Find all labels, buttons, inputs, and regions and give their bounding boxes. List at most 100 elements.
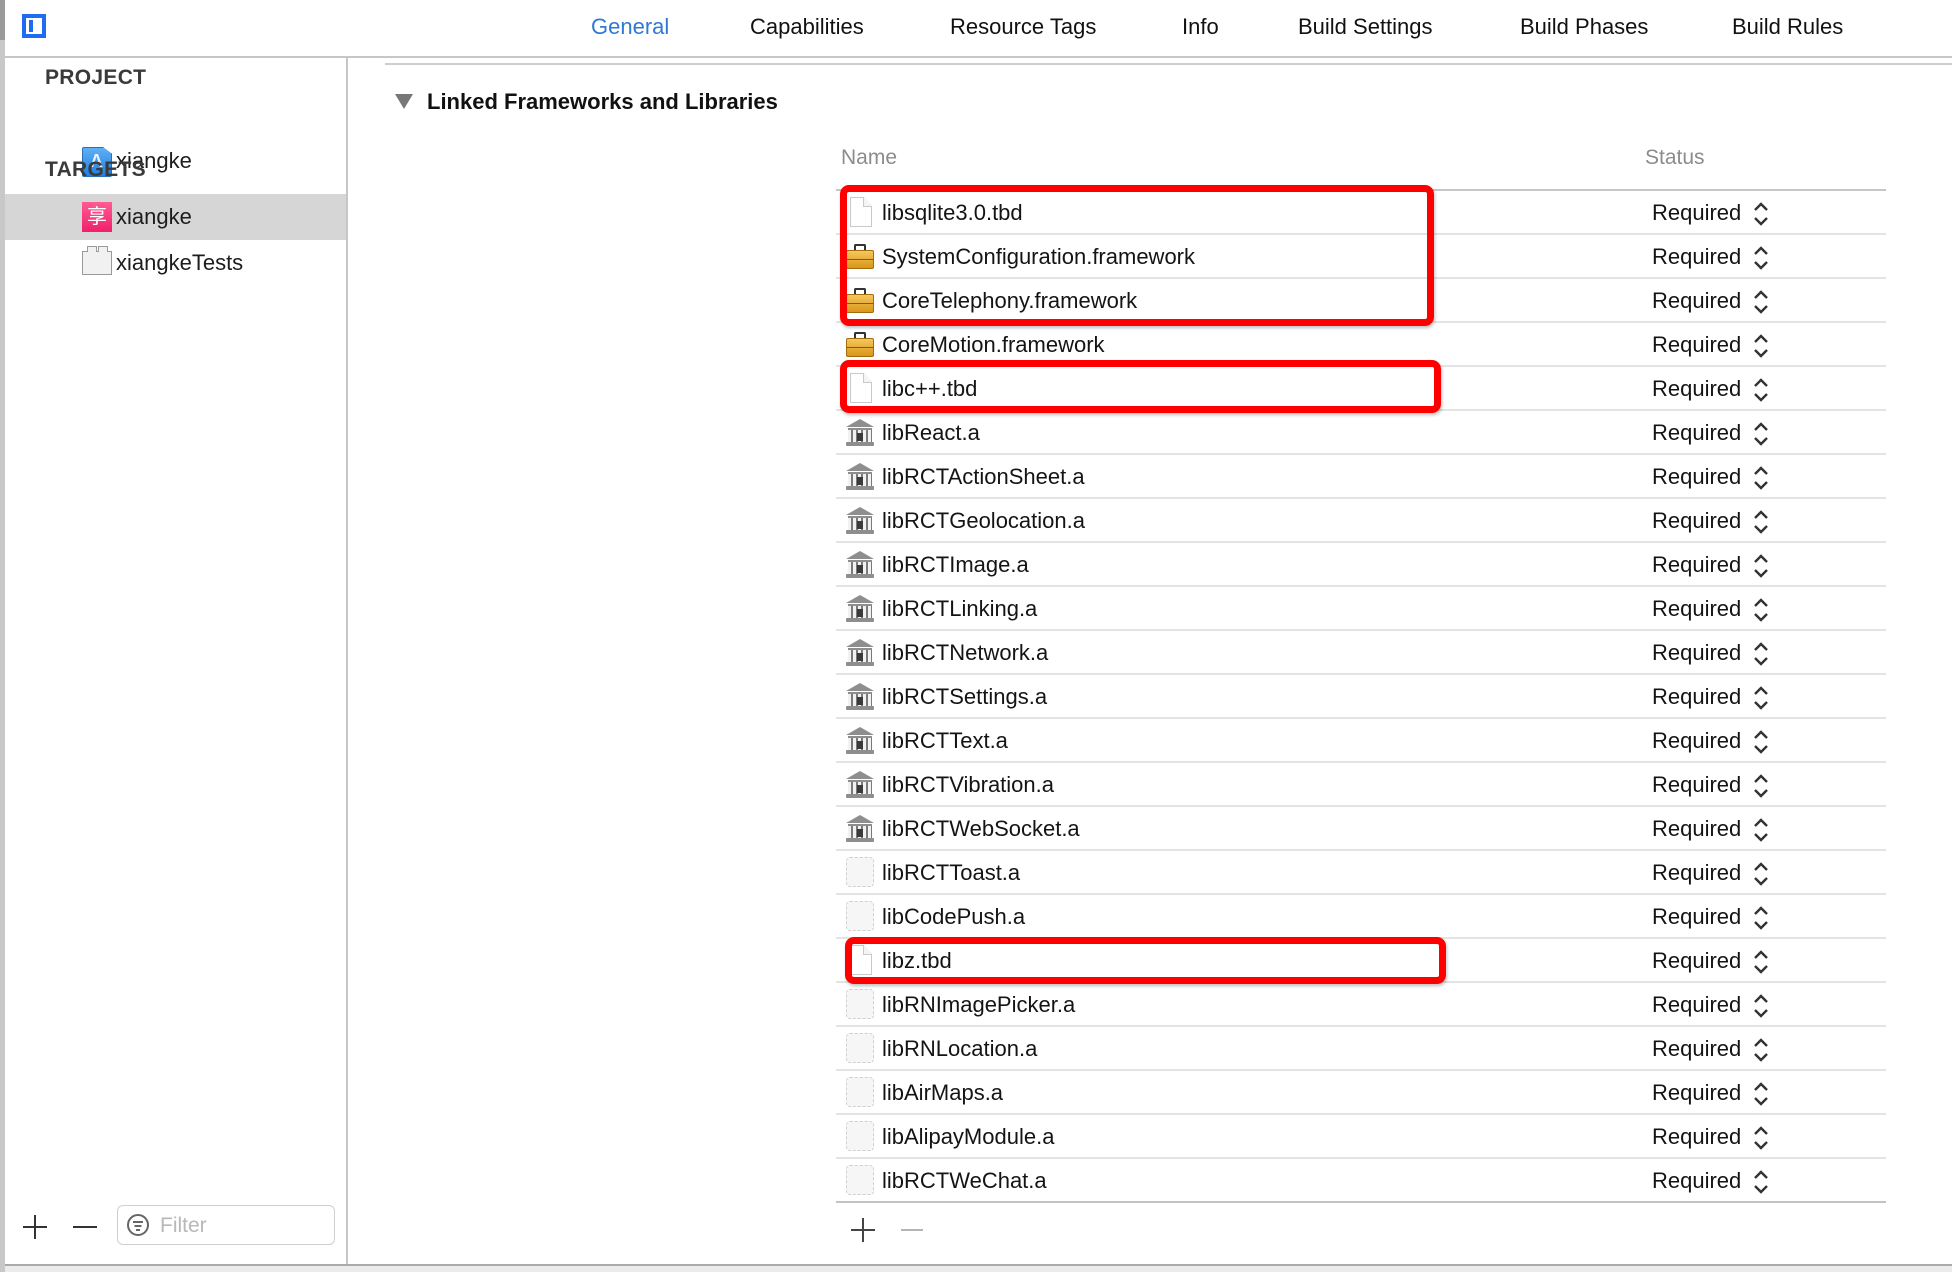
up-down-chevron-icon: [1754, 1038, 1768, 1062]
up-down-chevron-icon: [1754, 862, 1768, 886]
framework-name: libRCTActionSheet.a: [882, 464, 1085, 489]
table-row[interactable]: libRCTNetwork.a Required: [836, 631, 1886, 675]
table-row[interactable]: libAirMaps.a Required: [836, 1071, 1886, 1115]
status-value: Required: [1652, 728, 1742, 753]
missing-file-icon: [846, 989, 874, 1019]
column-header-name[interactable]: Name: [841, 146, 897, 170]
up-down-chevron-icon: [1754, 202, 1768, 226]
table-row[interactable]: libsqlite3.0.tbd Required: [836, 191, 1886, 235]
framework-name: libRCTGeolocation.a: [882, 508, 1085, 533]
table-row[interactable]: libRCTText.a Required: [836, 719, 1886, 763]
missing-file-icon: [846, 857, 874, 887]
table-row[interactable]: libRCTWeChat.a Required: [836, 1159, 1886, 1203]
status-value: Required: [1652, 244, 1742, 269]
status-value: Required: [1652, 288, 1742, 313]
status-value: Required: [1652, 1124, 1742, 1149]
sidebar-item-target-xiangke[interactable]: 享 xiangke: [5, 194, 346, 240]
filter-input[interactable]: [158, 1212, 332, 1240]
status-value: Required: [1652, 420, 1742, 445]
framework-name: libRCTLinking.a: [882, 596, 1038, 621]
table-row[interactable]: libz.tbd Required: [836, 939, 1886, 983]
table-row[interactable]: libRCTGeolocation.a Required: [836, 499, 1886, 543]
framework-name: libReact.a: [882, 420, 980, 445]
sidebar-item-label: xiangkeTests: [116, 250, 244, 275]
static-library-icon: [846, 549, 874, 579]
add-target-button[interactable]: [19, 1211, 51, 1243]
up-down-chevron-icon: [1754, 422, 1768, 446]
framework-name: libRNImagePicker.a: [882, 992, 1076, 1017]
status-value: Required: [1652, 1036, 1742, 1061]
table-row[interactable]: libRCTWebSocket.a Required: [836, 807, 1886, 851]
up-down-chevron-icon: [1754, 1170, 1768, 1194]
tab-resource-tags[interactable]: Resource Tags: [950, 14, 1096, 40]
table-row[interactable]: libAlipayModule.a Required: [836, 1115, 1886, 1159]
up-down-chevron-icon: [1754, 378, 1768, 402]
missing-file-icon: [846, 1077, 874, 1107]
status-value: Required: [1652, 332, 1742, 357]
framework-name: CoreMotion.framework: [882, 332, 1105, 357]
table-row[interactable]: libRCTImage.a Required: [836, 543, 1886, 587]
up-down-chevron-icon: [1754, 290, 1768, 314]
sidebar-bottom-bar: [5, 1195, 346, 1265]
sidebar-toggle-icon[interactable]: [22, 14, 46, 38]
framework-name: libRCTImage.a: [882, 552, 1029, 577]
sidebar-item-target-xiangketests[interactable]: xiangkeTests: [5, 240, 346, 286]
disclosure-triangle-icon[interactable]: [395, 94, 413, 109]
table-row[interactable]: CoreMotion.framework Required: [836, 323, 1886, 367]
remove-target-button[interactable]: [69, 1211, 101, 1243]
remove-framework-button[interactable]: [898, 1215, 928, 1245]
framework-name: libsqlite3.0.tbd: [882, 200, 1023, 225]
static-library-icon: [846, 681, 874, 711]
table-row[interactable]: libc++.tbd Required: [836, 367, 1886, 411]
up-down-chevron-icon: [1754, 554, 1768, 578]
status-value: Required: [1652, 552, 1742, 577]
file-icon: [850, 945, 872, 975]
table-rows: libsqlite3.0.tbd Required SystemConfigur…: [836, 191, 1886, 1203]
table-row[interactable]: libRCTVibration.a Required: [836, 763, 1886, 807]
editor-tab-bar: General Capabilities Resource Tags Info …: [5, 0, 1952, 58]
table-row[interactable]: libRCTLinking.a Required: [836, 587, 1886, 631]
table-row[interactable]: SystemConfiguration.framework Required: [836, 235, 1886, 279]
framework-name: libz.tbd: [882, 948, 952, 973]
table-row[interactable]: libRCTToast.a Required: [836, 851, 1886, 895]
up-down-chevron-icon: [1754, 598, 1768, 622]
missing-file-icon: [846, 1033, 874, 1063]
up-down-chevron-icon: [1754, 1126, 1768, 1150]
tab-build-settings[interactable]: Build Settings: [1298, 14, 1433, 40]
add-framework-button[interactable]: [848, 1215, 878, 1245]
static-library-icon: [846, 505, 874, 535]
up-down-chevron-icon: [1754, 510, 1768, 534]
table-row[interactable]: libRNLocation.a Required: [836, 1027, 1886, 1071]
framework-name: libRCTWebSocket.a: [882, 816, 1080, 841]
framework-name: libRCTToast.a: [882, 860, 1021, 885]
status-value: Required: [1652, 684, 1742, 709]
table-row[interactable]: libRCTActionSheet.a Required: [836, 455, 1886, 499]
filter-icon: [127, 1214, 149, 1236]
missing-file-icon: [846, 1165, 874, 1195]
table-row[interactable]: CoreTelephony.framework Required: [836, 279, 1886, 323]
tab-info[interactable]: Info: [1182, 14, 1219, 40]
up-down-chevron-icon: [1754, 906, 1768, 930]
framework-name: libRCTNetwork.a: [882, 640, 1049, 665]
up-down-chevron-icon: [1754, 642, 1768, 666]
status-value: Required: [1652, 640, 1742, 665]
static-library-icon: [846, 813, 874, 843]
up-down-chevron-icon: [1754, 246, 1768, 270]
filter-field: [117, 1205, 335, 1245]
table-row[interactable]: libRNImagePicker.a Required: [836, 983, 1886, 1027]
tab-general[interactable]: General: [591, 14, 669, 40]
tab-capabilities[interactable]: Capabilities: [750, 14, 864, 40]
tab-build-rules[interactable]: Build Rules: [1732, 14, 1843, 40]
framework-toolbox-icon: [846, 329, 874, 359]
table-row[interactable]: libCodePush.a Required: [836, 895, 1886, 939]
table-row[interactable]: libReact.a Required: [836, 411, 1886, 455]
missing-file-icon: [846, 901, 874, 931]
table-row[interactable]: libRCTSettings.a Required: [836, 675, 1886, 719]
app-target-icon: 享: [82, 202, 112, 232]
status-value: Required: [1652, 376, 1742, 401]
static-library-icon: [846, 769, 874, 799]
column-header-status[interactable]: Status: [1645, 146, 1705, 170]
tab-build-phases[interactable]: Build Phases: [1520, 14, 1648, 40]
framework-name: libc++.tbd: [882, 376, 978, 401]
file-icon: [850, 197, 872, 227]
